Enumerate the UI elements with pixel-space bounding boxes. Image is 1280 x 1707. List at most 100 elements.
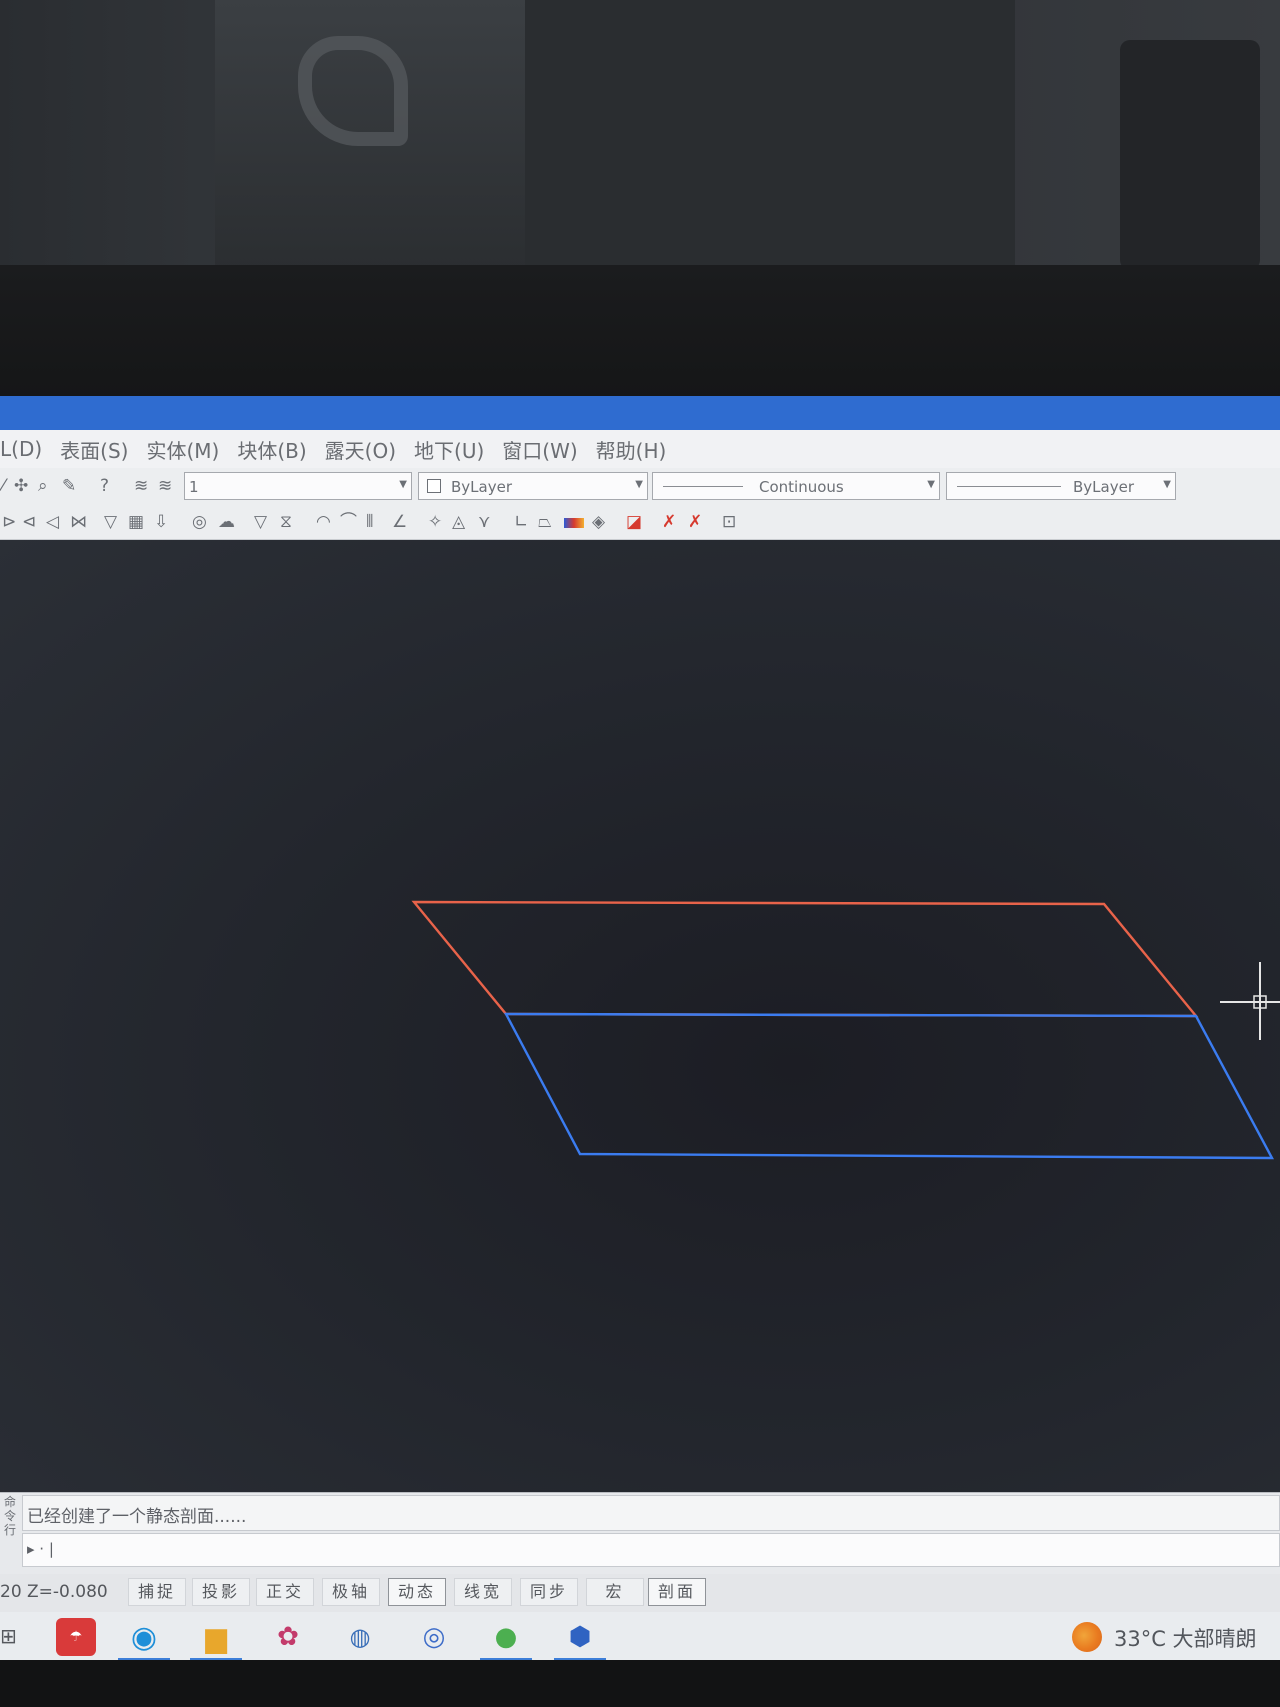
layer-states-icon[interactable]: ≋	[158, 477, 172, 495]
node-icon[interactable]: ⋎	[478, 513, 490, 531]
menu-openpit[interactable]: 露天(O)	[325, 435, 396, 464]
weather-sun-icon[interactable]	[1072, 1622, 1102, 1652]
contour-icon[interactable]: ◎	[192, 513, 207, 531]
upper-section-outline[interactable]	[411, 900, 1199, 1018]
bridge-icon[interactable]: ⌒	[340, 513, 357, 531]
command-window: 命令行 已经创建了一个静态剖面...... ▸ · |	[0, 1492, 1280, 1574]
toggle-label: 宏	[605, 1582, 625, 1601]
tools-icon[interactable]: ✿	[268, 1618, 308, 1656]
menu-help[interactable]: 帮助(H)	[596, 435, 667, 464]
chevron-down-icon: ▼	[635, 479, 643, 490]
menu-underground[interactable]: 地下(U)	[414, 435, 484, 464]
linetype-dropdown[interactable]: Continuous ▼	[652, 472, 940, 500]
menu-draw[interactable]: L(D)	[0, 437, 42, 461]
command-history: 已经创建了一个静态剖面......	[22, 1495, 1280, 1531]
properties-toolbar: ⁄ ✣ ⌕ ✎ ? ≋ ≋ 1 ▼ ByLayer ▼ Continuous ▼…	[0, 468, 1280, 504]
measure-icon[interactable]: ∠	[392, 513, 407, 531]
pile-icon[interactable]: ⦀	[366, 513, 373, 531]
section-add-icon[interactable]: ✗	[662, 513, 676, 531]
section-chart-icon[interactable]: ◪	[626, 513, 642, 531]
laptop-bottom-bezel	[0, 1660, 1280, 1707]
color-ramp-icon[interactable]	[564, 518, 584, 528]
axis-icon[interactable]: ∟	[514, 513, 528, 531]
toggle-ortho[interactable]: 正交	[256, 1578, 314, 1606]
toggle-snap[interactable]: 捕捉	[128, 1578, 186, 1606]
diamond-icon[interactable]: ◈	[592, 513, 605, 531]
toggle-label: 投影	[201, 1582, 240, 1601]
toggle-label: 线宽	[463, 1582, 502, 1601]
toggle-sync[interactable]: 同步	[520, 1578, 578, 1606]
zoom-icon[interactable]: ⌕	[38, 477, 48, 495]
triangle-circle-icon[interactable]: ◬	[452, 513, 465, 531]
toggle-label: 同步	[529, 1582, 568, 1601]
lineweight-preview	[957, 486, 1061, 487]
mining-app-icon[interactable]: ⬢	[560, 1618, 600, 1656]
toggle-projection[interactable]: 投影	[192, 1578, 250, 1606]
wifi-icon[interactable]: ◠	[316, 513, 331, 531]
laptop-bezel	[0, 265, 1280, 606]
toggle-polar[interactable]: 极轴	[322, 1578, 380, 1606]
trapezoid-icon[interactable]: ⏢	[538, 513, 552, 531]
edge-icon[interactable]: ◉	[124, 1618, 164, 1656]
color-value: ByLayer	[451, 478, 512, 496]
linetype-preview	[663, 486, 743, 487]
crosshair-cursor-icon	[1220, 962, 1280, 1040]
layer-dropdown[interactable]: 1 ▼	[184, 472, 412, 500]
lineweight-dropdown[interactable]: ByLayer ▼	[946, 472, 1176, 500]
network-icon[interactable]: ◎	[414, 1618, 454, 1656]
wechat-icon[interactable]: ●	[486, 1618, 526, 1656]
mining-toolbar: ⊳ ⊲ ◁ ⋈ ▽ ▦ ⇩ ◎ ☁ ▽ ⧖ ◠ ⌒ ⦀ ∠ ✧ ◬ ⋎ ∟ ⏢ …	[0, 504, 1280, 540]
pan-icon[interactable]: ✣	[14, 477, 28, 495]
chevron-down-icon: ▼	[399, 479, 407, 490]
window-title-bar[interactable]	[0, 396, 1280, 430]
help-icon[interactable]: ?	[100, 477, 109, 495]
layer-icon[interactable]: ≋	[134, 477, 148, 495]
lower-section-outline[interactable]	[504, 1012, 1275, 1160]
menu-solid[interactable]: 实体(M)	[146, 435, 219, 464]
toggle-label: 正交	[265, 1582, 304, 1601]
section-remove-icon[interactable]: ✗	[688, 513, 702, 531]
chevron-down-icon: ▼	[927, 479, 935, 490]
align-icon[interactable]: ◁	[46, 513, 59, 531]
mirror-icon[interactable]: ⊳	[2, 513, 16, 531]
toggle-label: 剖面	[657, 1582, 696, 1601]
menu-window[interactable]: 窗口(W)	[502, 435, 577, 464]
command-input[interactable]: ▸ · |	[22, 1533, 1280, 1567]
funnel-icon[interactable]: ▽	[254, 513, 267, 531]
cloud-icon[interactable]: ☁	[218, 513, 235, 531]
filter-icon[interactable]: ▽	[104, 513, 117, 531]
color-swatch	[427, 479, 441, 493]
start-icon[interactable]: ⊞	[0, 1624, 17, 1648]
linetype-value: Continuous	[759, 478, 844, 496]
chevron-down-icon: ▼	[1163, 479, 1171, 490]
grid-icon[interactable]: ▦	[128, 513, 144, 531]
color-dropdown[interactable]: ByLayer ▼	[418, 472, 648, 500]
toggle-label: 极轴	[331, 1582, 370, 1601]
toggle-label: 捕捉	[137, 1582, 176, 1601]
lidar-icon[interactable]: ◍	[340, 1618, 380, 1656]
app-red-icon[interactable]: ☂	[56, 1618, 96, 1656]
toggle-dynamic[interactable]: 动态	[388, 1578, 446, 1606]
status-bar: 20 Z=-0.080 捕捉 投影 正交 极轴 动态 线宽 同步 宏 剖面	[0, 1574, 1280, 1612]
toggle-lineweight[interactable]: 线宽	[454, 1578, 512, 1606]
drawing-canvas[interactable]	[0, 540, 1280, 1498]
pencil-icon[interactable]: ⁄	[2, 477, 5, 495]
lineweight-value: ByLayer	[1073, 478, 1134, 496]
bracket-icon[interactable]: ⧖	[280, 513, 292, 531]
file-explorer-icon[interactable]: ▆	[196, 1618, 236, 1656]
canvas-svg	[411, 900, 1280, 1160]
star-icon[interactable]: ✧	[428, 513, 442, 531]
monitor-back	[525, 0, 1015, 265]
menu-surface[interactable]: 表面(S)	[60, 435, 128, 464]
menu-block[interactable]: 块体(B)	[237, 435, 306, 464]
toggle-macro[interactable]: 宏	[586, 1578, 644, 1606]
section-view-icon[interactable]: ⊡	[722, 513, 736, 531]
background-object	[1120, 40, 1260, 270]
flip-icon[interactable]: ⊲	[22, 513, 36, 531]
command-window-handle[interactable]: 命令行	[0, 1495, 20, 1567]
arrow-down-icon[interactable]: ⇩	[154, 513, 168, 531]
toggle-section[interactable]: 剖面	[648, 1578, 706, 1606]
brush-icon[interactable]: ✎	[62, 477, 76, 495]
array-icon[interactable]: ⋈	[70, 513, 87, 531]
weather-text[interactable]: 33°C 大部晴朗	[1114, 1623, 1257, 1653]
